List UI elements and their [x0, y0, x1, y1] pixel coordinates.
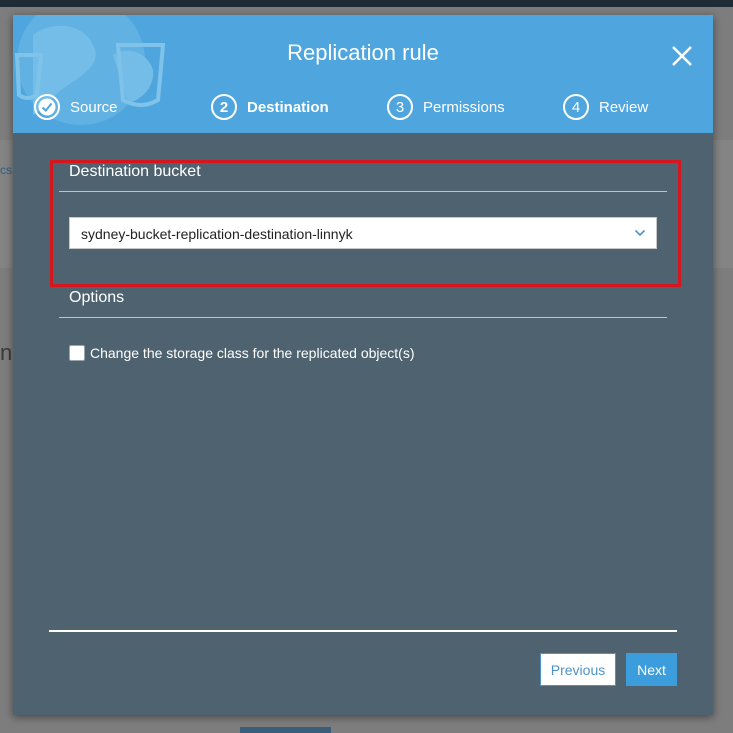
options-divider [59, 317, 667, 318]
next-button[interactable]: Next [626, 653, 677, 686]
previous-button[interactable]: Previous [540, 653, 616, 686]
close-button[interactable] [667, 41, 697, 71]
background-top-bar [0, 0, 733, 7]
storage-class-checkbox[interactable] [69, 345, 85, 361]
destination-divider [59, 191, 667, 192]
storage-class-label[interactable]: Change the storage class for the replica… [90, 345, 415, 361]
step-source-label: Source [70, 98, 118, 116]
selected-bucket-value: sydney-bucket-replication-destination-li… [81, 226, 353, 242]
step-source[interactable]: Source [34, 92, 118, 122]
close-icon [672, 46, 692, 66]
step-permissions-label: Permissions [423, 98, 505, 116]
step-review-label: Review [599, 98, 649, 116]
step-permissions[interactable]: 3 Permissions [387, 92, 505, 122]
step-number: 3 [387, 94, 413, 120]
step-number: 4 [563, 94, 589, 120]
check-circle-icon [34, 94, 60, 120]
dialog-title: Replication rule [287, 40, 439, 65]
step-review[interactable]: 4 Review [563, 92, 648, 122]
step-destination[interactable]: 2 Destination [211, 92, 329, 122]
dialog-header: Replication rule Source 2 Destination 3 … [13, 15, 713, 133]
destination-heading: Destination bucket [69, 163, 201, 180]
background-button [240, 727, 331, 733]
chevron-down-icon [634, 229, 646, 237]
step-destination-label: Destination [247, 98, 329, 116]
options-heading: Options [69, 289, 125, 306]
replication-rule-dialog: Replication rule Source 2 Destination 3 … [13, 15, 713, 715]
destination-bucket-select[interactable]: sydney-bucket-replication-destination-li… [69, 217, 657, 249]
background-tab-text: cs [0, 163, 12, 177]
step-number: 2 [211, 94, 237, 120]
footer-divider [49, 630, 677, 632]
